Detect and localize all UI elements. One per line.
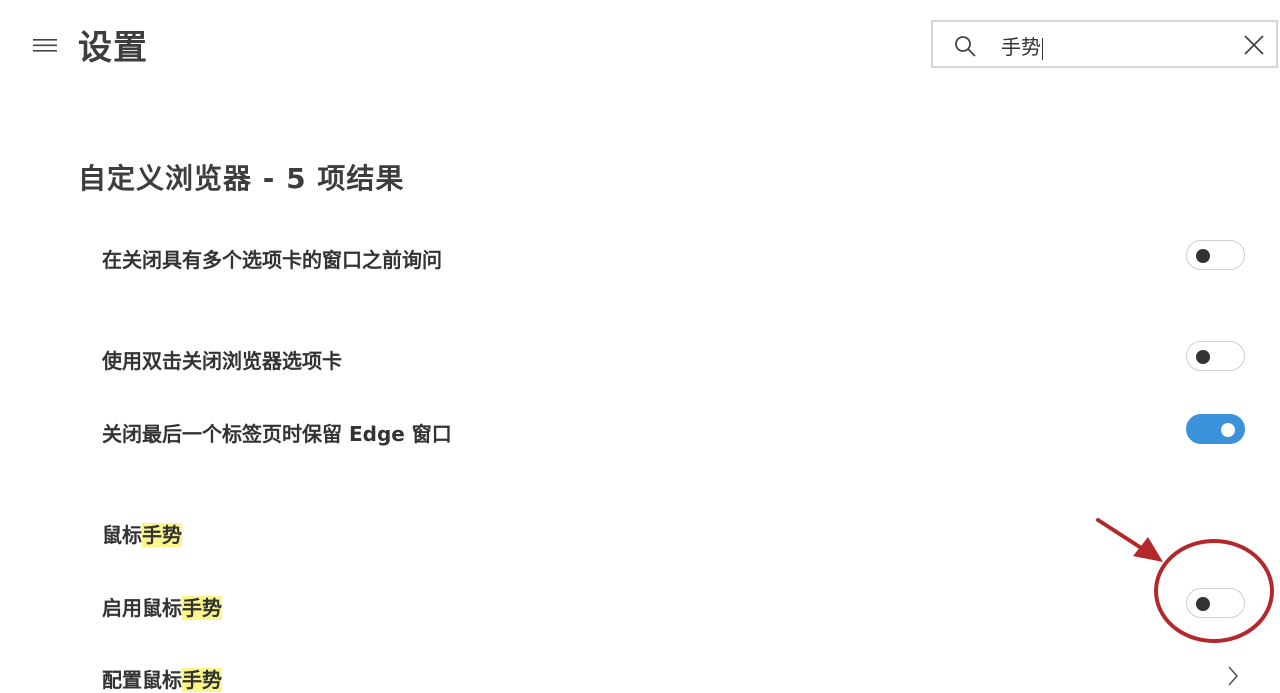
setting-label: 配置鼠标手势	[102, 664, 222, 693]
setting-label: 启用鼠标手势	[102, 592, 222, 621]
search-highlight: 手势	[182, 596, 222, 620]
hamburger-icon	[33, 39, 57, 52]
search-box[interactable]: 手势	[931, 20, 1278, 68]
setting-label: 在关闭具有多个选项卡的窗口之前询问	[102, 248, 442, 272]
page-title: 设置	[78, 28, 148, 68]
chevron-right-icon[interactable]	[1226, 664, 1240, 688]
section-title: 自定义浏览器 - 5 项结果	[78, 162, 405, 195]
menu-button[interactable]	[32, 36, 58, 54]
search-highlight: 手势	[182, 668, 222, 692]
label-text: 鼠标	[102, 523, 142, 547]
search-icon	[955, 36, 976, 57]
setting-row-configure-mouse-gestures[interactable]: 配置鼠标手势	[102, 660, 1280, 692]
toggle-knob	[1196, 249, 1210, 263]
label-text: 启用鼠标	[102, 596, 182, 620]
double-click-close-toggle[interactable]	[1186, 341, 1245, 371]
setting-row-enable-mouse-gestures: 启用鼠标手势	[102, 588, 1280, 620]
setting-row-double-click-close: 使用双击关闭浏览器选项卡	[102, 341, 1280, 373]
toggle-knob	[1221, 423, 1235, 437]
ask-before-closing-toggle[interactable]	[1186, 240, 1245, 270]
enable-mouse-gestures-toggle[interactable]	[1186, 588, 1245, 618]
setting-row-keep-edge-window: 关闭最后一个标签页时保留 Edge 窗口	[102, 414, 1280, 446]
setting-label: 关闭最后一个标签页时保留 Edge 窗口	[102, 422, 452, 446]
group-label: 鼠标手势	[102, 519, 182, 548]
setting-row-ask-before-closing: 在关闭具有多个选项卡的窗口之前询问	[102, 240, 1280, 272]
search-highlight: 手势	[142, 523, 182, 547]
label-text: 配置鼠标	[102, 668, 182, 692]
search-input[interactable]: 手势	[1001, 31, 1043, 60]
close-icon[interactable]	[1242, 33, 1266, 57]
toggle-knob	[1196, 350, 1210, 364]
toggle-knob	[1196, 597, 1210, 611]
keep-edge-window-toggle[interactable]	[1186, 414, 1245, 444]
setting-label: 使用双击关闭浏览器选项卡	[102, 349, 342, 373]
setting-group-mouse-gestures: 鼠标手势	[102, 515, 1280, 547]
